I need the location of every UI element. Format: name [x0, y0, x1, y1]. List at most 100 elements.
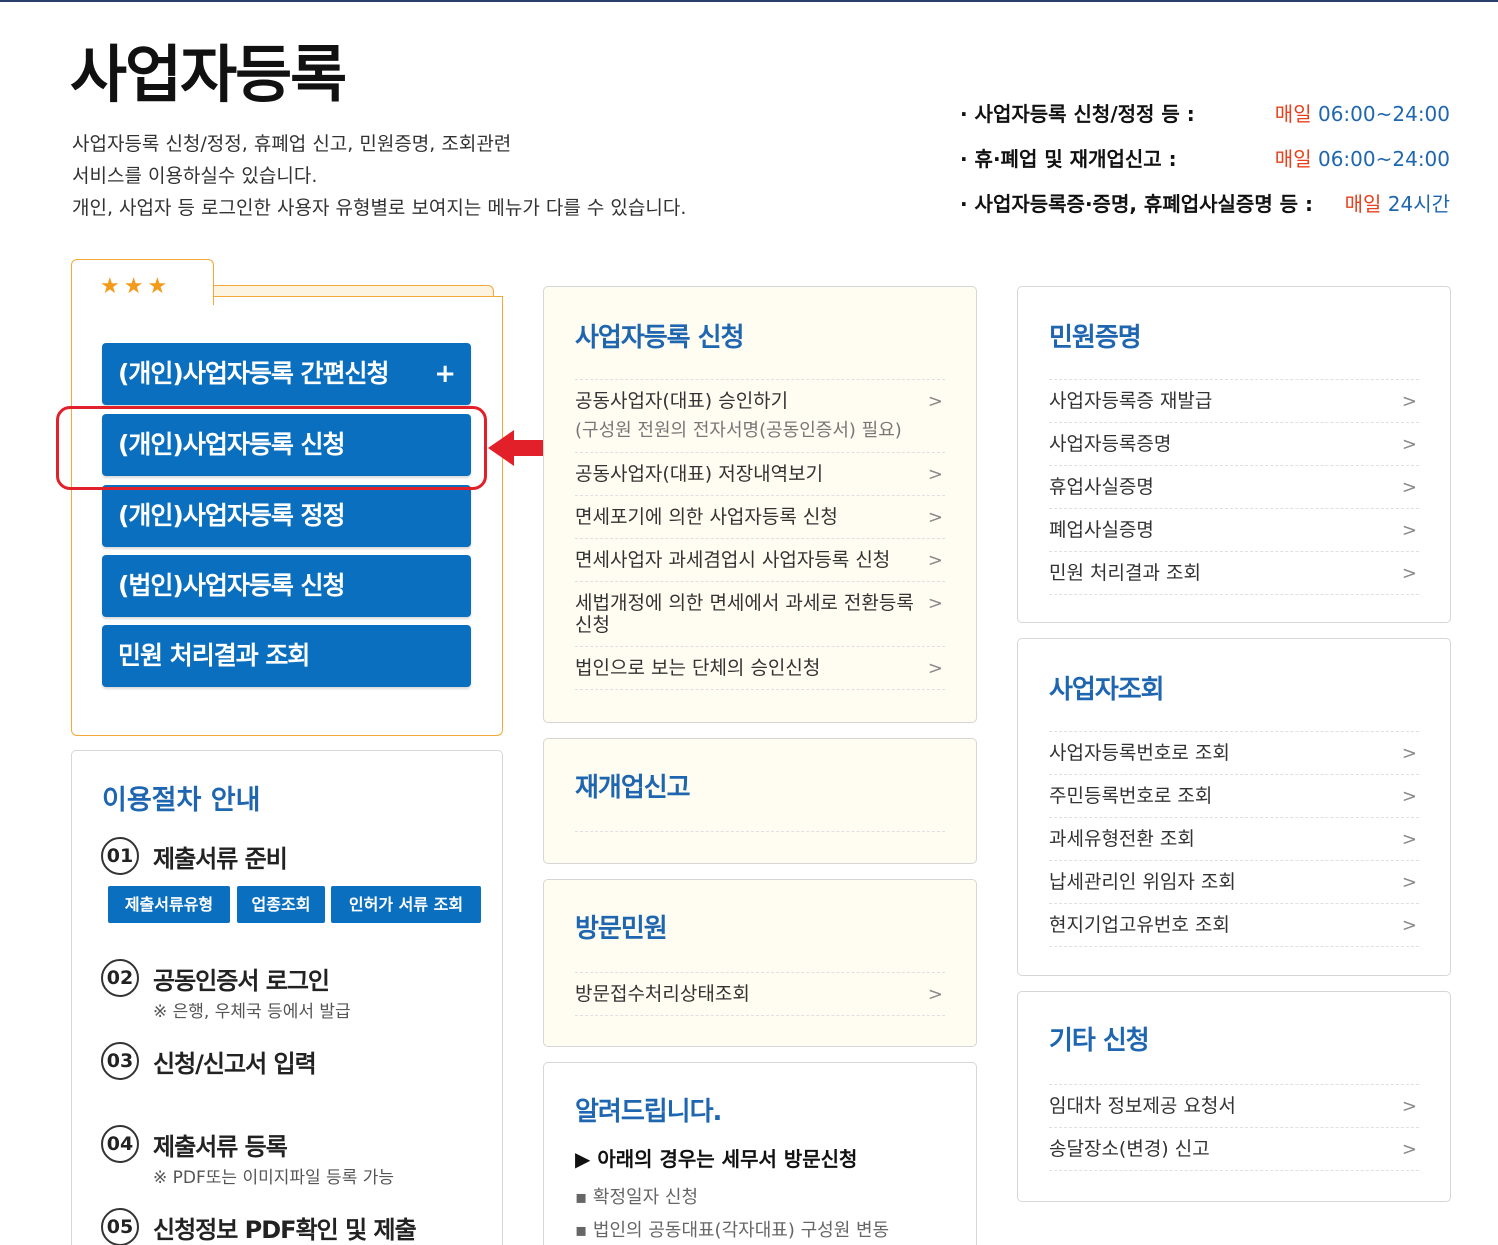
intro-line: 개인, 사업자 등 로그인한 사용자 유형별로 보여지는 메뉴가 다를 수 있습… — [72, 197, 687, 219]
result-lookup-button[interactable]: 민원 처리결과 조회 — [102, 625, 471, 687]
panel-title: 사업자조회 — [1049, 675, 1165, 705]
chevron-right-icon: > — [1401, 520, 1417, 541]
simple-apply-button[interactable]: (개인)사업자등록 간편신청 + — [102, 343, 471, 405]
list-item[interactable]: 면세사업자 과세겸업시 사업자등록 신청 > — [575, 539, 945, 582]
corporate-apply-button[interactable]: (법인)사업자등록 신청 — [102, 555, 471, 617]
chevron-right-icon: > — [1401, 563, 1417, 584]
button-label: (개인)사업자등록 정정 — [118, 501, 346, 530]
list-item[interactable]: 사업자등록증명 > — [1049, 423, 1419, 466]
etc-link-list: 임대차 정보제공 요청서 > 송달장소(변경) 신고 > — [1049, 1084, 1419, 1171]
panel-title: 사업자등록 신청 — [575, 323, 744, 353]
chevron-right-icon: > — [1401, 786, 1417, 807]
chevron-right-icon: > — [927, 984, 943, 1005]
step-label: 제출서류 준비 — [153, 845, 288, 873]
favorites-box-top-border — [213, 296, 503, 297]
step-number: 01 — [101, 837, 139, 875]
lookup-panel: 사업자조회 사업자등록번호로 조회 > 주민등록번호로 조회 > 과세유형전환 조회… — [1017, 638, 1451, 976]
document-type-button[interactable]: 제출서류유형 — [108, 886, 230, 923]
chevron-right-icon: > — [927, 464, 943, 485]
chevron-right-icon: > — [927, 507, 943, 528]
notice-item: ▪ 법인의 공동대표(각자대표) 구성원 변동 — [575, 1220, 890, 1241]
notice-item: ▪ 확정일자 신청 — [575, 1187, 699, 1208]
step-number: 03 — [101, 1042, 139, 1080]
button-label: (법인)사업자등록 신청 — [118, 571, 346, 600]
hours-label: · 사업자등록증·증명, 휴폐업사실증명 등 : — [960, 192, 1314, 216]
lookup-link-list: 사업자등록번호로 조회 > 주민등록번호로 조회 > 과세유형전환 조회 > 납세관리… — [1049, 731, 1419, 947]
step-note: ※ PDF또는 이미지파일 등록 가능 — [153, 1168, 395, 1188]
intro-line: 사업자등록 신청/정정, 휴폐업 신고, 민원증명, 조회관련 — [72, 133, 512, 155]
etc-panel: 기타 신청 임대차 정보제공 요청서 > 송달장소(변경) 신고 > — [1017, 991, 1451, 1202]
star-icon: ★★★ — [100, 274, 172, 299]
individual-correction-button[interactable]: (개인)사업자등록 정정 — [102, 485, 471, 547]
list-item[interactable]: 현지기업고유번호 조회 > — [1049, 904, 1419, 947]
chevron-right-icon: > — [927, 593, 943, 614]
intro-text: 사업자등록 신청/정정, 휴폐업 신고, 민원증명, 조회관련 서비스를 이용하… — [72, 128, 832, 224]
permit-lookup-button[interactable]: 인허가 서류 조회 — [331, 886, 481, 923]
chevron-right-icon: > — [1401, 391, 1417, 412]
hours-label: · 사업자등록 신청/정정 등 : — [960, 102, 1195, 126]
reopen-panel: 재개업신고 — [543, 738, 977, 864]
list-item[interactable]: 납세관리인 위임자 조회 > — [1049, 861, 1419, 904]
step-note: ※ 은행, 우체국 등에서 발급 — [153, 1002, 351, 1022]
industry-lookup-button[interactable]: 업종조회 — [237, 886, 325, 923]
list-item[interactable]: 주민등록번호로 조회 > — [1049, 775, 1419, 818]
visit-panel: 방문민원 방문접수처리상태조회 > — [543, 879, 977, 1047]
divider — [575, 831, 945, 832]
certificates-link-list: 사업자등록증 재발급 > 사업자등록증명 > 휴업사실증명 > 폐업사실증명 > 민원 … — [1049, 379, 1419, 595]
chevron-right-icon: > — [927, 658, 943, 679]
chevron-right-icon: > — [1401, 434, 1417, 455]
hours-value: 매일 24시간 — [1344, 192, 1450, 216]
favorites-tab[interactable]: ★★★ — [71, 259, 214, 305]
list-item[interactable]: 사업자등록번호로 조회 > — [1049, 731, 1419, 775]
list-item[interactable]: 방문접수처리상태조회 > — [575, 972, 945, 1016]
certificates-panel: 민원증명 사업자등록증 재발급 > 사업자등록증명 > 휴업사실증명 > 폐업사실증명… — [1017, 286, 1451, 623]
top-border — [0, 0, 1498, 2]
chevron-right-icon: > — [1401, 829, 1417, 850]
hours-row: · 사업자등록 신청/정정 등 : 매일 06:00~24:00 — [960, 98, 1450, 143]
hours-label: · 휴·폐업 및 재개업신고 : — [960, 147, 1177, 171]
service-hours: · 사업자등록 신청/정정 등 : 매일 06:00~24:00 · 휴·폐업 … — [960, 98, 1450, 233]
page-title: 사업자등록 — [70, 38, 347, 111]
chevron-right-icon: > — [1401, 872, 1417, 893]
panel-title: 알려드립니다. — [575, 1097, 722, 1127]
list-item[interactable]: 공동사업자(대표) 저장내역보기 > — [575, 453, 945, 496]
list-item[interactable]: 사업자등록증 재발급 > — [1049, 379, 1419, 423]
list-item[interactable]: 민원 처리결과 조회 > — [1049, 552, 1419, 595]
panel-title: 기타 신청 — [1049, 1026, 1150, 1056]
step-label: 제출서류 등록 — [153, 1133, 288, 1161]
list-item[interactable]: 공동사업자(대표) 승인하기 (구성원 전원의 전자서명(공동인증서) 필요) … — [575, 379, 945, 453]
visit-link-list: 방문접수처리상태조회 > — [575, 972, 945, 1016]
chevron-right-icon: > — [1401, 477, 1417, 498]
apply-link-list: 공동사업자(대표) 승인하기 (구성원 전원의 전자서명(공동인증서) 필요) … — [575, 379, 945, 690]
chevron-right-icon: > — [927, 391, 943, 412]
list-item[interactable]: 세법개정에 의한 면세에서 과세로 전환등록 신청 > — [575, 582, 945, 647]
list-item[interactable]: 면세포기에 의한 사업자등록 신청 > — [575, 496, 945, 539]
list-item[interactable]: 임대차 정보제공 요청서 > — [1049, 1084, 1419, 1128]
list-item[interactable]: 송달장소(변경) 신고 > — [1049, 1128, 1419, 1171]
hours-value: 매일 06:00~24:00 — [1274, 102, 1450, 126]
list-item[interactable]: 폐업사실증명 > — [1049, 509, 1419, 552]
list-item-sub: (구성원 전원의 전자서명(공동인증서) 필요) — [575, 420, 902, 441]
step-number: 05 — [101, 1208, 139, 1245]
button-label: 민원 처리결과 조회 — [118, 641, 310, 670]
step-label: 신청/신고서 입력 — [153, 1050, 317, 1078]
step-number: 02 — [101, 959, 139, 997]
hours-row: · 사업자등록증·증명, 휴폐업사실증명 등 : 매일 24시간 — [960, 188, 1450, 233]
chevron-right-icon: > — [927, 550, 943, 571]
list-item[interactable]: 법인으로 보는 단체의 승인신청 > — [575, 647, 945, 690]
chevron-right-icon: > — [1401, 743, 1417, 764]
step-label: 신청정보 PDF확인 및 제출 — [153, 1216, 417, 1244]
highlight-box — [56, 406, 487, 490]
panel-title: 방문민원 — [575, 914, 668, 944]
intro-line: 서비스를 이용하실수 있습니다. — [72, 165, 318, 187]
chevron-right-icon: > — [1401, 1139, 1417, 1160]
list-item[interactable]: 휴업사실증명 > — [1049, 466, 1419, 509]
apply-panel: 사업자등록 신청 공동사업자(대표) 승인하기 (구성원 전원의 전자서명(공동… — [543, 286, 977, 723]
panel-title[interactable]: 재개업신고 — [575, 767, 691, 804]
button-label: (개인)사업자등록 간편신청 — [118, 359, 390, 388]
panel-title: 민원증명 — [1049, 323, 1142, 353]
step-label: 공동인증서 로그인 — [153, 967, 330, 995]
chevron-right-icon: > — [1401, 1096, 1417, 1117]
chevron-right-icon: > — [1401, 915, 1417, 936]
list-item[interactable]: 과세유형전환 조회 > — [1049, 818, 1419, 861]
